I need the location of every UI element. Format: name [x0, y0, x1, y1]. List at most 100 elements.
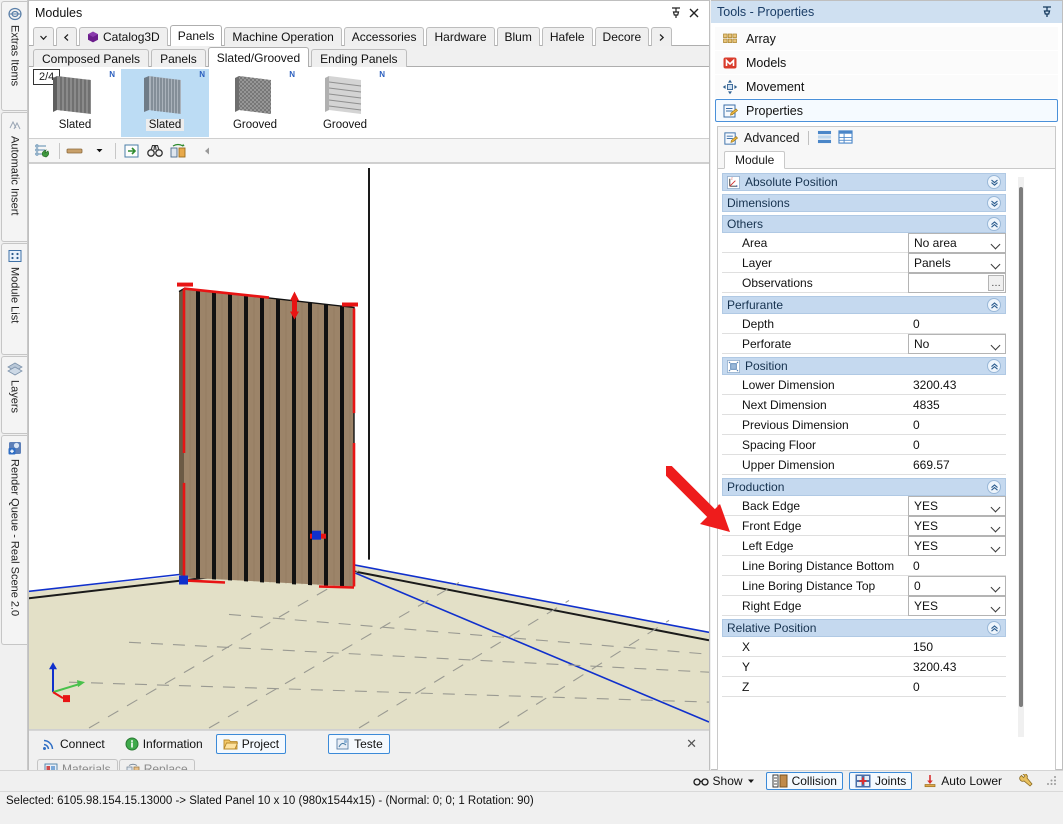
lower-dimension-input[interactable]: 3200.43 — [908, 375, 1006, 395]
section-relative-position[interactable]: Relative Position — [722, 619, 1006, 637]
table-view-icon[interactable] — [838, 129, 853, 147]
sidebar-item-extras-items[interactable]: Extras Items — [1, 1, 27, 111]
grouped-view-icon[interactable] — [817, 130, 832, 147]
section-position[interactable]: Position — [722, 357, 1006, 375]
edge-color-swatch-icon[interactable] — [66, 141, 86, 161]
tab-hafele[interactable]: Hafele — [541, 27, 593, 46]
right-edge-select[interactable]: YES — [908, 596, 1006, 616]
nav-item-label: Properties — [746, 103, 803, 118]
close-icon[interactable]: ✕ — [686, 736, 703, 752]
z-input[interactable]: 0 — [908, 677, 1006, 697]
collapse-left-icon[interactable] — [197, 141, 217, 161]
sidebar-item-layers[interactable]: Layers — [1, 356, 27, 434]
insert-module-icon[interactable] — [33, 141, 53, 161]
sidebar-item-automatic-insert[interactable]: Automatic Insert — [1, 112, 27, 242]
tab-decore[interactable]: Decore — [594, 27, 650, 46]
tab-scroll-left-button[interactable] — [56, 27, 77, 46]
spacing-floor-input[interactable]: 0 — [908, 435, 1006, 455]
sidebar-item-label: Render Queue - Real Scene 2.0 — [8, 459, 21, 617]
tab-scroll-right-button[interactable] — [651, 27, 673, 46]
subtab-composed-panels[interactable]: Composed Panels — [33, 49, 150, 67]
grid-list-icon — [8, 250, 21, 262]
depth-input[interactable]: 0 — [908, 314, 1006, 334]
layer-select[interactable]: Panels — [908, 253, 1006, 273]
tab-accessories[interactable]: Accessories — [343, 27, 425, 46]
section-dimensions[interactable]: Dimensions — [722, 194, 1006, 212]
project-button[interactable]: Project — [215, 733, 287, 754]
chevron-up-icon[interactable] — [987, 480, 1001, 494]
perforate-select[interactable]: No — [908, 334, 1006, 354]
x-input[interactable]: 150 — [908, 637, 1006, 657]
scrollbar-thumb[interactable] — [1019, 187, 1023, 707]
gallery-item-grooved-cross[interactable]: N Grooved — [211, 69, 299, 137]
tab-module[interactable]: Module — [724, 151, 786, 169]
vertical-scrollbar[interactable] — [1018, 177, 1024, 737]
show-button[interactable]: Show — [688, 773, 760, 789]
close-icon[interactable] — [685, 4, 703, 22]
teste-button[interactable]: Teste — [328, 733, 390, 754]
line-boring-distance-top-select[interactable]: 0 — [908, 576, 1006, 596]
line-boring-distance-bottom-input[interactable]: 0 — [908, 556, 1006, 576]
gallery-item-slated-dark[interactable]: N Slated — [31, 69, 119, 137]
nav-item-properties[interactable]: Properties — [715, 99, 1058, 122]
sidebar-item-module-list[interactable]: Module List — [1, 243, 27, 355]
chevron-up-icon[interactable] — [987, 359, 1001, 373]
chevron-up-icon[interactable] — [987, 298, 1001, 312]
y-input[interactable]: 3200.43 — [908, 657, 1006, 677]
export-icon[interactable] — [122, 141, 142, 161]
chevron-up-icon[interactable] — [987, 621, 1001, 635]
chevron-down-icon[interactable] — [987, 196, 1001, 210]
3d-viewport[interactable] — [29, 163, 709, 730]
replace-module-icon[interactable] — [168, 141, 188, 161]
tab-catalog3d[interactable]: Catalog3D — [79, 27, 168, 46]
observations-field[interactable]: … — [908, 273, 1006, 293]
subtab-label: Ending Panels — [320, 51, 398, 66]
subtab-panels[interactable]: Panels — [151, 49, 206, 67]
area-select[interactable]: No area — [908, 233, 1006, 253]
ellipsis-button[interactable]: … — [988, 275, 1004, 291]
chevron-down-icon[interactable] — [747, 777, 755, 785]
array-icon — [723, 33, 737, 43]
binoculars-search-icon[interactable] — [145, 141, 165, 161]
pin-icon[interactable] — [1038, 3, 1056, 21]
properties-icon — [724, 131, 738, 145]
gallery-item-grooved-horizontal[interactable]: N Grooved — [301, 69, 389, 137]
subtab-label: Panels — [160, 51, 197, 66]
upper-dimension-input[interactable]: 669.57 — [908, 455, 1006, 475]
tab-machine-operation[interactable]: Machine Operation — [224, 27, 342, 46]
tab-blum[interactable]: Blum — [496, 27, 540, 46]
resize-grip-icon[interactable] — [1045, 775, 1057, 787]
auto-lower-button[interactable]: Auto Lower — [918, 773, 1007, 789]
nav-item-movement[interactable]: Movement — [715, 75, 1058, 98]
nav-item-array[interactable]: Array — [715, 27, 1058, 50]
section-production[interactable]: Production — [722, 478, 1006, 496]
collision-button[interactable]: Collision — [765, 772, 843, 790]
section-others[interactable]: Others — [722, 215, 1006, 233]
section-perfurante[interactable]: Perfurante — [722, 296, 1006, 314]
section-absolute-position[interactable]: z x Absolute Position — [722, 173, 1006, 191]
button-label: Collision — [791, 774, 837, 788]
front-edge-select[interactable]: YES — [908, 516, 1006, 536]
left-edge-select[interactable]: YES — [908, 536, 1006, 556]
wrench-button[interactable] — [1013, 773, 1039, 789]
subtab-ending-panels[interactable]: Ending Panels — [311, 49, 407, 67]
gallery-item-slated-light[interactable]: N Slated — [121, 69, 209, 137]
back-edge-select[interactable]: YES — [908, 496, 1006, 516]
position-icon — [727, 359, 740, 373]
information-button[interactable]: Information — [118, 734, 210, 754]
tab-panels[interactable]: Panels — [169, 25, 223, 46]
sidebar-item-render-queue[interactable]: Render Queue - Real Scene 2.0 — [1, 435, 27, 645]
connect-button[interactable]: Connect — [35, 734, 112, 754]
nav-item-models[interactable]: Models — [715, 51, 1058, 74]
chevron-up-icon[interactable] — [987, 217, 1001, 231]
next-dimension-input[interactable]: 4835 — [908, 395, 1006, 415]
joints-button[interactable]: Joints — [848, 772, 913, 790]
tab-dropdown-button[interactable] — [33, 27, 54, 46]
edge-color-dropdown-icon[interactable] — [89, 141, 109, 161]
pin-icon[interactable] — [667, 4, 685, 22]
subtab-slated-grooved[interactable]: Slated/Grooved — [207, 47, 310, 67]
chevron-down-icon[interactable] — [987, 175, 1001, 189]
tab-hardware[interactable]: Hardware — [426, 27, 495, 46]
previous-dimension-input[interactable]: 0 — [908, 415, 1006, 435]
sparkle-icon — [9, 120, 20, 130]
